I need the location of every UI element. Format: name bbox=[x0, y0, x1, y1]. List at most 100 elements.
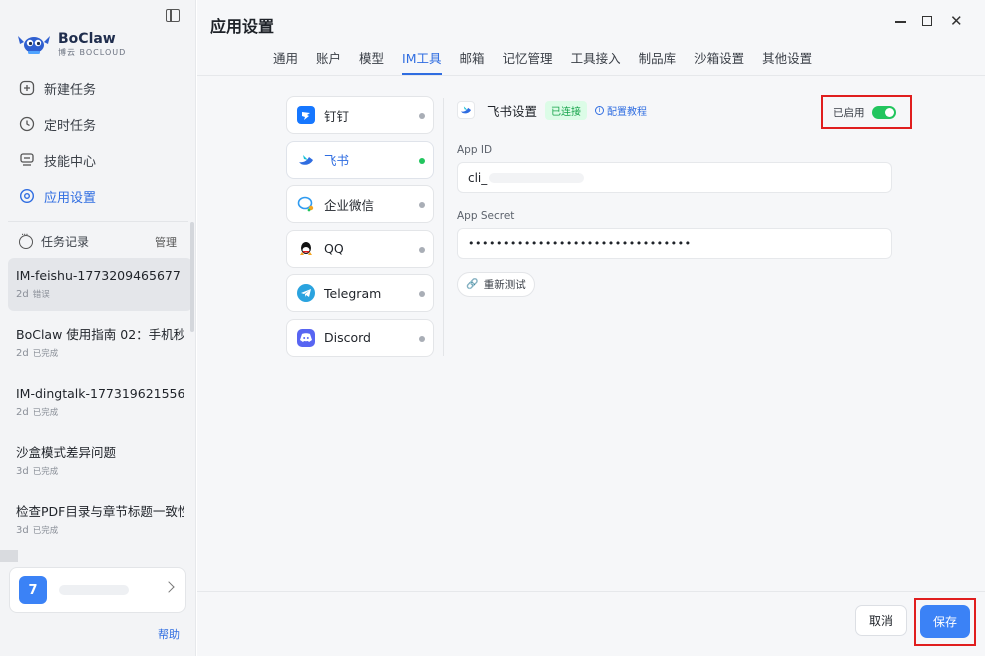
save-button[interactable]: 保存 bbox=[920, 605, 970, 638]
im-item-dingtalk[interactable]: 钉钉 bbox=[286, 96, 434, 134]
panel-divider bbox=[443, 98, 444, 356]
enabled-toggle[interactable] bbox=[871, 105, 896, 119]
wecom-icon bbox=[297, 195, 315, 213]
feishu-settings-panel: 飞书设置 已连接 i 配置教程 已启用 App ID cli_ App Secre… bbox=[457, 95, 912, 297]
task-status: 错误 bbox=[32, 290, 50, 300]
user-name-redacted bbox=[59, 585, 129, 595]
im-item-feishu[interactable]: 飞书 bbox=[286, 140, 434, 179]
task-list: IM-feishu-1773209465677 2d 错误 BoClaw 使用指南… bbox=[8, 258, 192, 553]
nav-new-task[interactable]: 新建任务 bbox=[0, 70, 196, 106]
im-tool-list: 钉钉 飞书 企业微信 QQ Telegram Discord bbox=[286, 96, 434, 363]
discord-icon bbox=[297, 328, 315, 347]
cancel-button[interactable]: 取消 bbox=[855, 605, 907, 636]
sidebar-collapse-icon[interactable] bbox=[166, 9, 180, 22]
task-item[interactable]: BoClaw 使用指南 02：手机秒变 A 2d已完成 bbox=[8, 317, 192, 376]
help-link[interactable]: 帮助 bbox=[158, 626, 180, 642]
enabled-label: 已启用 bbox=[833, 106, 865, 119]
im-label: Telegram bbox=[324, 285, 382, 301]
minimize-icon[interactable] bbox=[895, 21, 906, 23]
telegram-icon bbox=[297, 284, 315, 302]
nav-scheduled-task-label: 定时任务 bbox=[44, 118, 97, 134]
task-age: 2d bbox=[16, 407, 29, 418]
tab-email[interactable]: 邮箱 bbox=[460, 50, 485, 76]
tab-model[interactable]: 模型 bbox=[359, 50, 384, 76]
im-item-telegram[interactable]: Telegram bbox=[286, 274, 434, 312]
task-status: 已完成 bbox=[32, 408, 59, 418]
status-dot bbox=[419, 335, 425, 342]
manage-tasks-link[interactable]: 管理 bbox=[155, 234, 177, 250]
settings-tabs: 通用 账户 模型 IM工具 邮箱 记忆管理 工具接入 制品库 沙箱设置 其他设置 bbox=[273, 50, 830, 76]
task-title: BoClaw 使用指南 02：手机秒变 A bbox=[16, 327, 184, 342]
task-title: 检查PDF目录与章节标题一致性 bbox=[16, 504, 184, 519]
task-title: 沙盒模式差异问题 bbox=[16, 445, 117, 460]
nav-new-task-label: 新建任务 bbox=[44, 82, 97, 98]
maximize-icon[interactable] bbox=[922, 16, 932, 26]
tab-tool-integration[interactable]: 工具接入 bbox=[571, 50, 621, 76]
task-item[interactable]: 沙盒模式差异问题 3d 已完成 bbox=[8, 435, 192, 494]
avatar: 7 bbox=[19, 576, 47, 604]
task-item[interactable]: 检查PDF目录与章节标题一致性 3d 已完成 bbox=[8, 494, 192, 553]
task-item[interactable]: IM-dingtalk-1773196215566 2d 已完成 bbox=[8, 376, 192, 435]
task-status: 已完成 bbox=[32, 526, 59, 536]
tab-memory[interactable]: 记忆管理 bbox=[503, 50, 553, 76]
tab-other[interactable]: 其他设置 bbox=[762, 50, 812, 76]
boclaw-logo-icon bbox=[16, 30, 52, 58]
nav-skill-center-label: 技能中心 bbox=[44, 154, 97, 170]
info-icon: i bbox=[595, 105, 605, 115]
chevron-right-icon bbox=[163, 581, 175, 593]
tab-general[interactable]: 通用 bbox=[273, 50, 298, 76]
im-item-wecom[interactable]: 企业微信 bbox=[286, 185, 434, 223]
task-age: 2d bbox=[16, 348, 29, 359]
nav-app-settings-label: 应用设置 bbox=[44, 190, 97, 206]
main-panel: 应用设置 ✕ 通用 账户 模型 IM工具 邮箱 记忆管理 工具接入 制品库 沙箱… bbox=[197, 0, 985, 656]
nav-skill-center[interactable]: 技能中心 bbox=[0, 142, 196, 178]
app-subtitle: 博云 BOCLOUD bbox=[58, 47, 127, 57]
tab-artifact-repo[interactable]: 制品库 bbox=[639, 50, 677, 76]
app-id-value: cli_ bbox=[468, 170, 488, 185]
task-item[interactable]: IM-feishu-1773209465677 2d 错误 bbox=[8, 258, 192, 311]
redacted-value bbox=[489, 172, 585, 183]
close-icon[interactable]: ✕ bbox=[950, 12, 963, 30]
config-guide-link[interactable]: i 配置教程 bbox=[595, 103, 647, 118]
page-title: 应用设置 bbox=[210, 17, 275, 36]
feishu-icon bbox=[297, 151, 315, 169]
tab-account[interactable]: 账户 bbox=[316, 50, 341, 76]
tabs-divider bbox=[197, 75, 985, 76]
im-label: 企业微信 bbox=[324, 197, 375, 213]
im-item-qq[interactable]: QQ bbox=[286, 229, 434, 268]
horizontal-scrollbar[interactable] bbox=[0, 550, 18, 562]
settings-icon bbox=[19, 188, 35, 204]
status-badge: 已连接 bbox=[545, 100, 588, 120]
qq-icon bbox=[297, 240, 315, 258]
new-task-icon bbox=[19, 80, 35, 96]
nav-app-settings[interactable]: 应用设置 bbox=[0, 178, 196, 214]
task-title: IM-dingtalk-1773196215566 bbox=[16, 386, 184, 401]
im-label: Discord bbox=[324, 330, 371, 345]
app-id-label: App ID bbox=[457, 144, 493, 156]
clock-icon bbox=[19, 116, 35, 132]
retest-button[interactable]: 🔗 重新测试 bbox=[457, 272, 535, 297]
user-card[interactable]: 7 bbox=[9, 567, 186, 613]
app-logo: BoClaw 博云 BOCLOUD bbox=[16, 30, 126, 58]
app-id-field[interactable]: cli_ bbox=[457, 162, 892, 193]
task-list-scrollbar[interactable] bbox=[190, 222, 194, 332]
task-title: IM-feishu-1773209465677 bbox=[16, 268, 181, 283]
task-status: 已完成 bbox=[32, 467, 59, 477]
skills-icon bbox=[19, 152, 35, 168]
app-name: BoClaw bbox=[58, 30, 116, 47]
enabled-toggle-highlight: 已启用 bbox=[821, 95, 912, 129]
task-history-header: 任务记录 管理 bbox=[19, 230, 177, 250]
more-dots-icon bbox=[19, 230, 33, 249]
tab-sandbox[interactable]: 沙箱设置 bbox=[694, 50, 744, 76]
save-button-highlight: 保存 bbox=[914, 598, 976, 646]
status-dot bbox=[419, 246, 425, 253]
feishu-icon bbox=[457, 101, 475, 119]
task-age: 3d bbox=[16, 525, 29, 536]
nav-scheduled-task[interactable]: 定时任务 bbox=[0, 106, 196, 142]
tab-im-tools[interactable]: IM工具 bbox=[402, 50, 443, 76]
sidebar-divider bbox=[8, 221, 188, 222]
footer-divider bbox=[197, 591, 985, 592]
app-secret-field[interactable]: •••••••••••••••••••••••••••••••• bbox=[457, 228, 892, 259]
im-item-discord[interactable]: Discord bbox=[286, 318, 434, 357]
task-status: 已完成 bbox=[32, 349, 59, 359]
